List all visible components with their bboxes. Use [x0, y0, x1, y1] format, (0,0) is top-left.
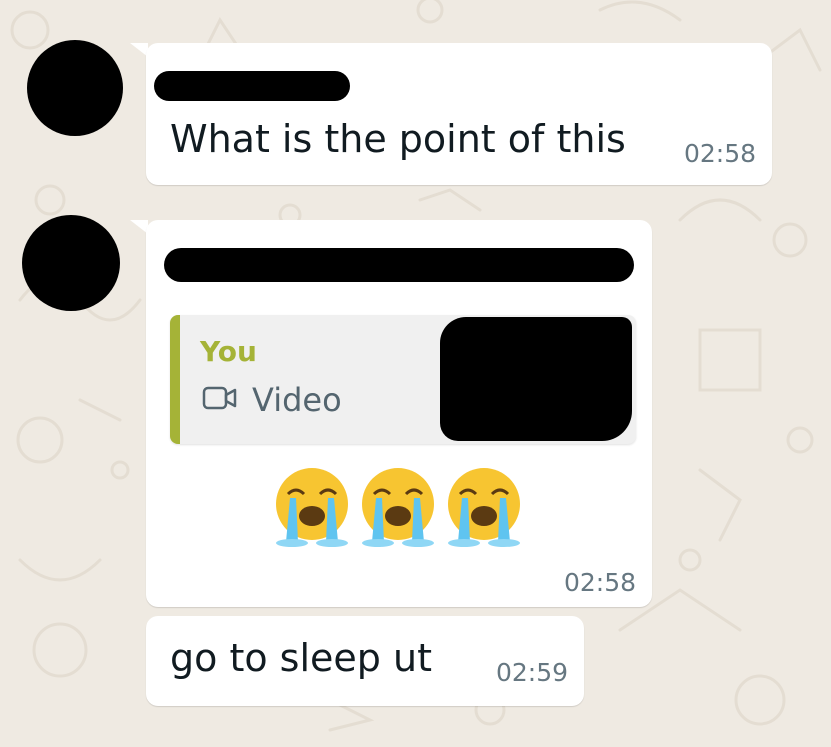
message-bubble[interactable]: go to sleep ut 02:59 [146, 616, 584, 706]
loudly-crying-face-icon [272, 464, 352, 552]
reply-quote-author: You [200, 335, 257, 368]
message-bubble[interactable]: You Video 02:58 [146, 220, 652, 607]
sender-avatar-redacted[interactable] [27, 40, 123, 136]
message-text: go to sleep ut [170, 636, 432, 680]
reply-quote-media-type: Video [202, 381, 342, 419]
message-timestamp: 02:59 [496, 658, 569, 687]
sender-name-redacted [164, 248, 634, 282]
reply-quote-media-label: Video [252, 381, 342, 419]
loudly-crying-face-icon [358, 464, 438, 552]
loudly-crying-face-icon [444, 464, 524, 552]
message-timestamp: 02:58 [564, 568, 637, 597]
reply-quote[interactable]: You Video [170, 315, 636, 444]
message-bubble[interactable]: What is the point of this 02:58 [146, 43, 772, 185]
message-timestamp: 02:58 [684, 139, 757, 168]
reply-quote-accent-bar [170, 315, 180, 444]
sender-name-redacted [154, 71, 350, 101]
sender-avatar-redacted[interactable] [22, 215, 120, 311]
reply-quote-thumbnail-redacted [440, 317, 632, 441]
message-text: What is the point of this [170, 117, 626, 161]
video-camera-icon [202, 381, 238, 419]
emoji-row [272, 464, 524, 552]
